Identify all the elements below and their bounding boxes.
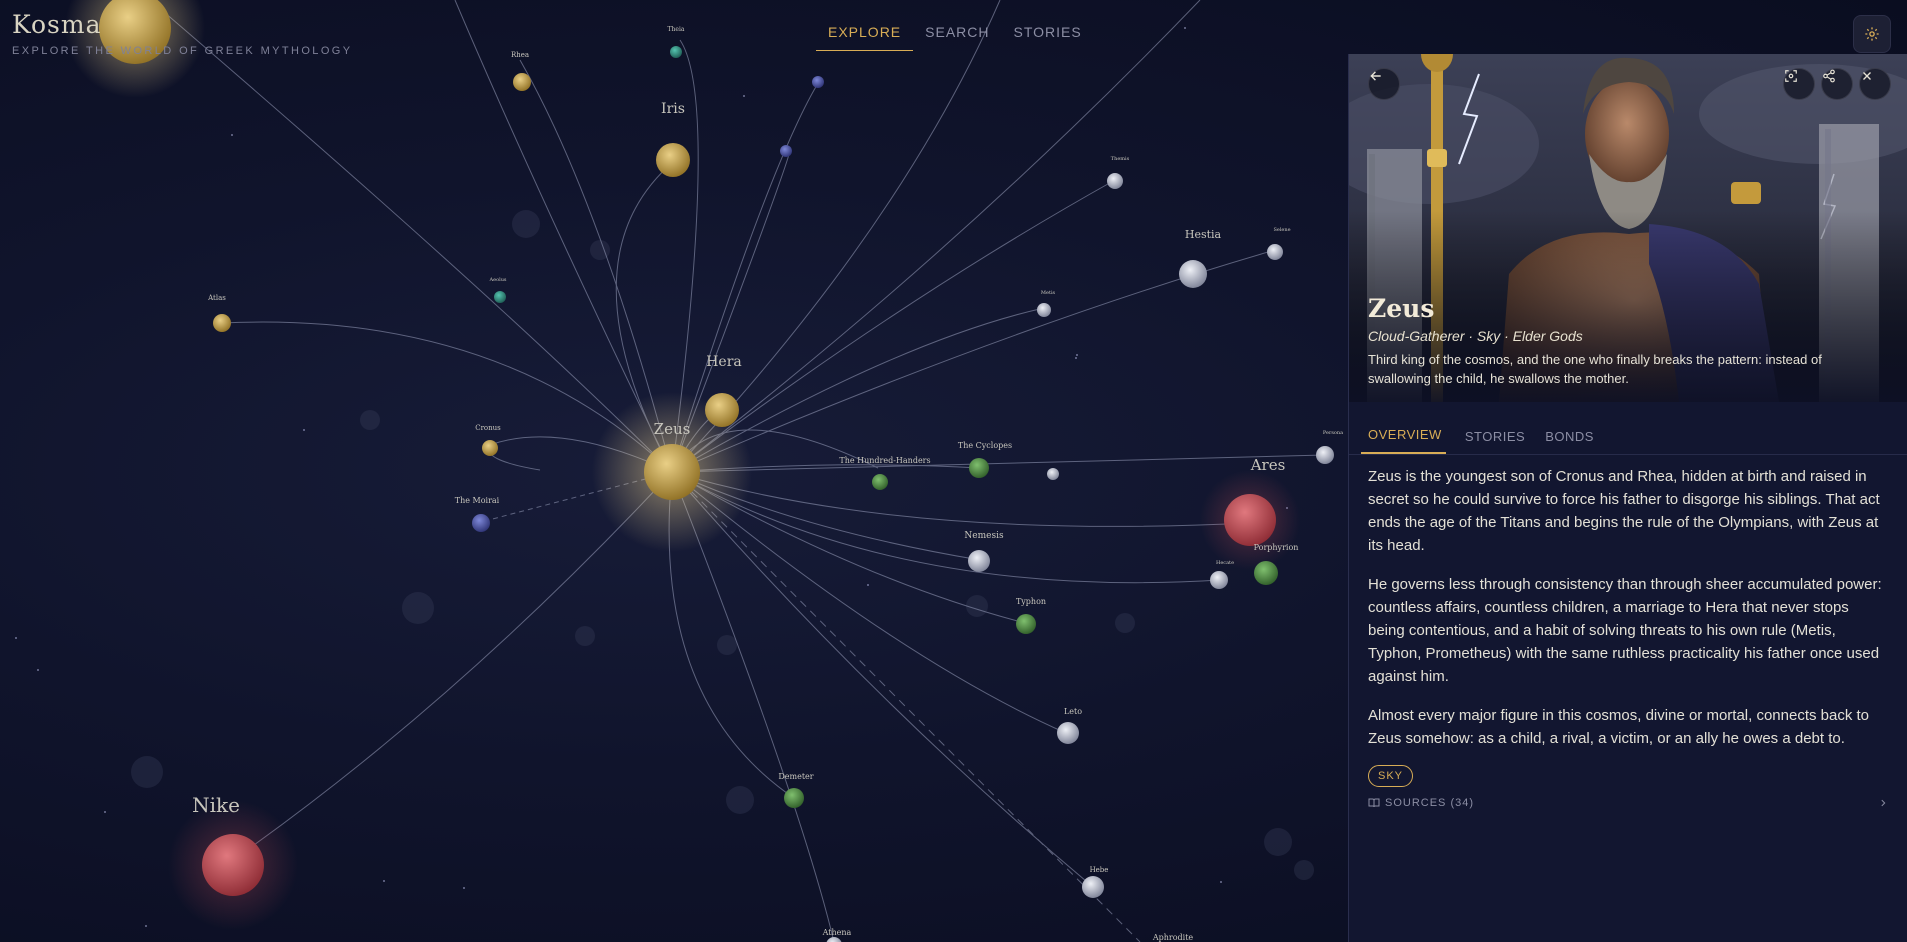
share-icon	[1823, 69, 1835, 83]
node-cronus[interactable]	[482, 440, 498, 456]
node-nemesis[interactable]	[968, 550, 990, 572]
tab-search[interactable]: SEARCH	[913, 18, 1001, 51]
node-hecate[interactable]	[1210, 571, 1228, 589]
share-button[interactable]	[1821, 68, 1853, 100]
deity-summary: Zeus Cloud-Gatherer · Sky · Elder Gods T…	[1368, 294, 1888, 388]
panel-tabs: OVERVIEW STORIES BONDS	[1349, 402, 1907, 455]
label-rhea: Rhea	[511, 51, 529, 59]
top-nav: EXPLORE SEARCH STORIES	[816, 18, 1094, 51]
focus-button[interactable]	[1783, 68, 1815, 100]
node-atlas[interactable]	[213, 314, 231, 332]
node-selene[interactable]	[1267, 244, 1283, 260]
label-zeus: Zeus	[654, 420, 691, 438]
app-title: Kosma	[12, 10, 102, 39]
mythology-graph[interactable]: Zeus Hera Iris Rhea Theia Hestia Atlas C…	[0, 0, 1348, 942]
label-demeter: Demeter	[778, 772, 813, 781]
book-icon	[1368, 798, 1380, 808]
deity-tagline: Third king of the cosmos, and the one wh…	[1368, 352, 1822, 386]
label-the-cyclopes: The Cyclopes	[958, 441, 1012, 450]
node-persona[interactable]	[1316, 446, 1334, 464]
tab-overview[interactable]: OVERVIEW	[1361, 427, 1446, 454]
tab-explore[interactable]: EXPLORE	[816, 18, 914, 51]
node-athena[interactable]	[826, 937, 842, 942]
label-athena: Athena	[822, 928, 852, 937]
overview-paragraph: Almost every major figure in this cosmos…	[1368, 707, 1870, 747]
constellation-canvas[interactable]: Zeus Hera Iris Rhea Theia Hestia Atlas C…	[0, 0, 1907, 942]
node-hera[interactable]	[705, 393, 739, 427]
label-hebe: Hebe	[1090, 866, 1109, 874]
deity-hero: Zeus Cloud-Gatherer · Sky · Elder Gods T…	[1349, 54, 1907, 402]
label-hecate: Hecate	[1216, 560, 1234, 566]
graph-nodes[interactable]: Zeus Hera Iris Rhea Theia Hestia Atlas C…	[65, 0, 1343, 942]
label-typhon: Typhon	[1016, 597, 1046, 606]
label-iris: Iris	[661, 101, 685, 117]
label-atlas: Atlas	[207, 294, 226, 302]
domain-tag[interactable]: SKY	[1368, 765, 1414, 787]
overview-paragraph: He governs less through consistency than…	[1368, 576, 1882, 685]
node-rhea[interactable]	[513, 73, 531, 91]
node-small-violet-2[interactable]	[812, 76, 824, 88]
app-subtitle: EXPLORE THE WORLD OF GREEK MYTHOLOGY	[12, 45, 353, 57]
close-button[interactable]	[1859, 68, 1891, 100]
deity-epithet: Cloud-Gatherer · Sky · Elder Gods	[1368, 328, 1583, 344]
node-porphyrion[interactable]	[1254, 561, 1278, 585]
label-aphrodite: Aphrodite	[1152, 933, 1194, 942]
node-theia[interactable]	[670, 46, 682, 58]
label-persona: Persona	[1323, 430, 1343, 436]
back-button[interactable]	[1368, 68, 1400, 100]
tab-stories[interactable]: STORIES	[1002, 18, 1094, 51]
focus-icon	[1785, 70, 1797, 82]
node-iris[interactable]	[656, 143, 690, 177]
node-typhon[interactable]	[1016, 614, 1036, 634]
label-hera: Hera	[706, 354, 742, 370]
label-theia: Theia	[668, 26, 685, 33]
chevron-right-icon[interactable]	[1878, 798, 1888, 808]
deity-detail-panel: Zeus Cloud-Gatherer · Sky · Elder Gods T…	[1348, 54, 1907, 942]
brand: Kosma EXPLORE THE WORLD OF GREEK MYTHOLO…	[12, 10, 352, 57]
label-selene: Selene	[1273, 227, 1290, 233]
gear-icon	[1865, 27, 1879, 41]
node-small-silver[interactable]	[1047, 468, 1059, 480]
label-the-hundred-handers: The Hundred-Handers	[839, 456, 930, 465]
tab-bonds[interactable]: BONDS	[1538, 429, 1607, 454]
sources-toggle[interactable]: SOURCES (34)	[1368, 797, 1474, 809]
label-themis: Themis	[1111, 156, 1130, 162]
label-aeolus: Aeolus	[489, 277, 507, 283]
label-hestia: Hestia	[1185, 228, 1222, 241]
label-the-moirai: The Moirai	[455, 496, 500, 505]
node-nike[interactable]	[202, 834, 264, 896]
label-metis: Metis	[1041, 290, 1056, 296]
label-leto: Leto	[1064, 707, 1082, 716]
node-hestia[interactable]	[1179, 260, 1207, 288]
node-the-cyclopes[interactable]	[969, 458, 989, 478]
arrow-left-icon	[1370, 71, 1381, 81]
node-metis[interactable]	[1037, 303, 1051, 317]
overview-paragraph: Zeus is the youngest son of Cronus and R…	[1368, 468, 1880, 554]
node-the-hundred-handers[interactable]	[872, 474, 888, 490]
sources-label: SOURCES (34)	[1385, 797, 1475, 809]
deity-name: Zeus	[1368, 294, 1435, 323]
node-small-violet[interactable]	[780, 145, 792, 157]
overview-content: Zeus is the youngest son of Cronus and R…	[1349, 455, 1907, 750]
label-cronus: Cronus	[475, 424, 501, 432]
sources-row[interactable]: SOURCES (34)	[1349, 787, 1907, 809]
node-zeus[interactable]	[644, 444, 700, 500]
label-ares: Ares	[1250, 456, 1286, 474]
label-porphyrion: Porphyrion	[1254, 543, 1299, 552]
background-nodes	[131, 210, 1314, 880]
label-nemesis: Nemesis	[964, 531, 1004, 541]
node-ares[interactable]	[1224, 494, 1276, 546]
node-aeolus[interactable]	[494, 291, 506, 303]
tab-panel-stories[interactable]: STORIES	[1458, 429, 1538, 454]
settings-button[interactable]	[1853, 15, 1891, 53]
close-icon	[1863, 72, 1871, 80]
node-hebe[interactable]	[1082, 876, 1104, 898]
node-demeter[interactable]	[784, 788, 804, 808]
node-themis[interactable]	[1107, 173, 1123, 189]
node-leto[interactable]	[1057, 722, 1079, 744]
node-the-moirai[interactable]	[472, 514, 490, 532]
label-nike: Nike	[192, 793, 240, 817]
